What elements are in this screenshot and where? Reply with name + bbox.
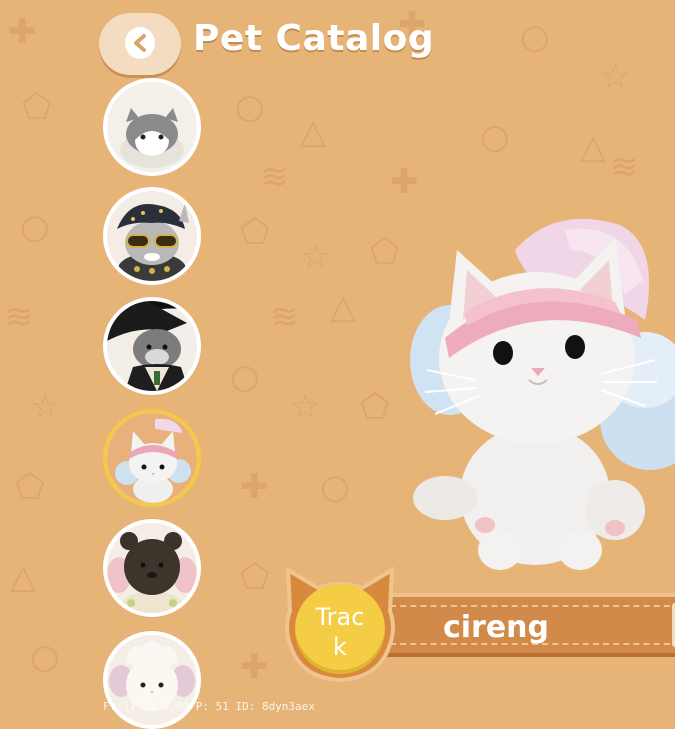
pet-thumbnail [107,523,197,613]
pet-list-item-4[interactable] [103,409,201,507]
pet-thumbnail [107,82,197,172]
pet-name: cireng [442,610,550,645]
pet-preview[interactable] [405,210,675,585]
debug-overlay: F: 17 T: 0.00 P: 51 ID: 8dyn3aex [103,700,315,713]
back-button[interactable] [99,13,181,75]
pet-name-bar: cireng [380,593,675,657]
chevron-left-icon [125,27,155,59]
page-title: Pet Catalog [193,18,435,59]
pet-list-item-1[interactable] [103,78,201,176]
track-badge: Trac k [280,566,400,684]
pet-thumbnail [107,301,197,391]
pet-list-item-2[interactable] [103,187,201,285]
pet-thumbnail [107,191,197,281]
pet-thumbnail [107,413,197,503]
pet-list-item-3[interactable] [103,297,201,395]
pet-list-item-6[interactable] [103,631,201,729]
track-button[interactable]: Trac k [295,584,385,674]
pet-list-item-5[interactable] [103,519,201,617]
track-button-label: Trac k [315,603,365,661]
